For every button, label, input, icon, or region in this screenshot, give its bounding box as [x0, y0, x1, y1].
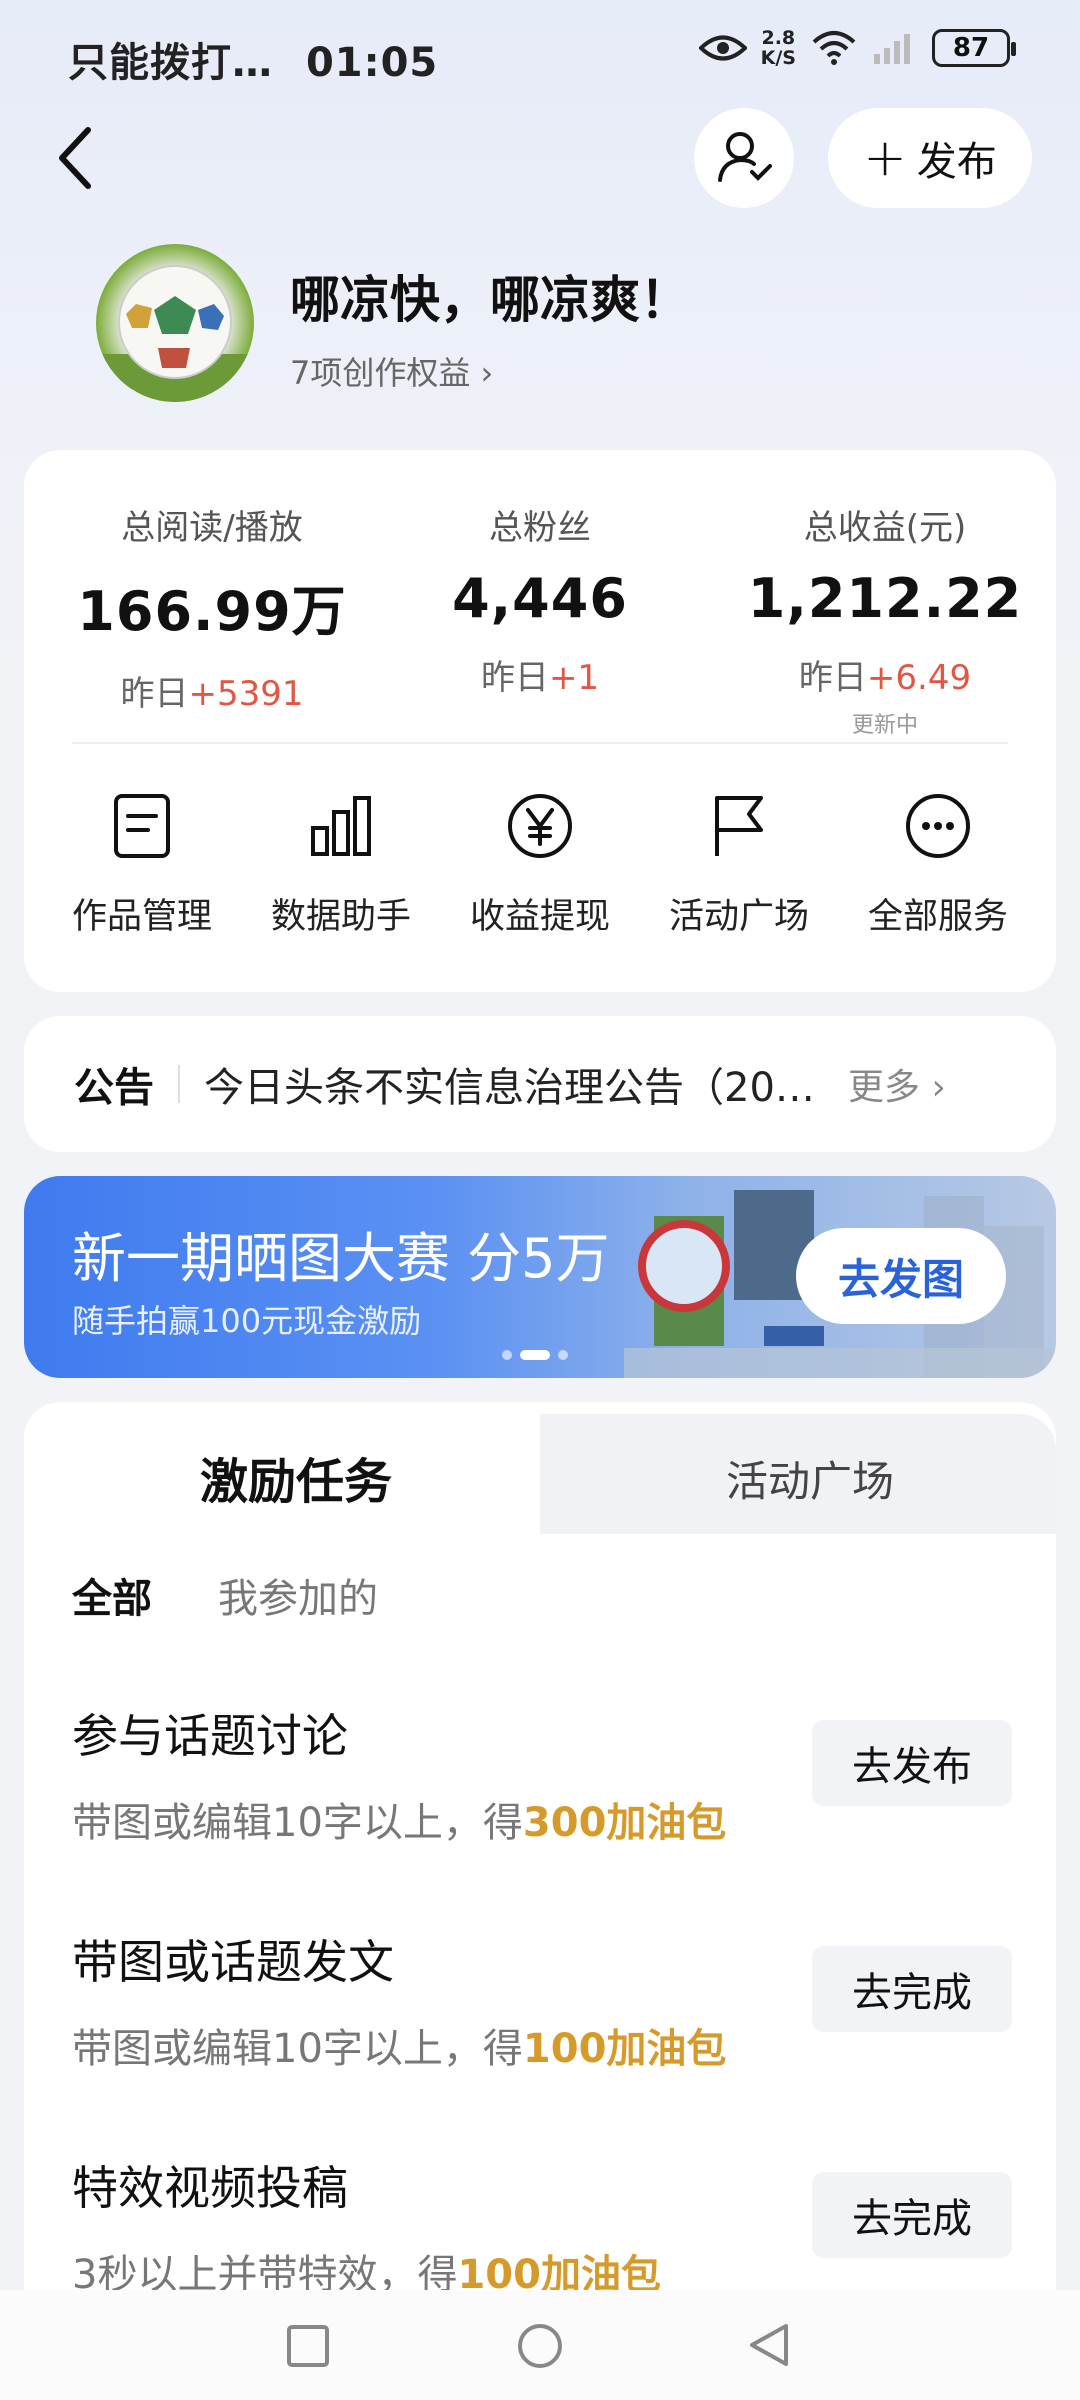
battery-indicator: 87: [932, 29, 1016, 67]
avatar[interactable]: [96, 244, 254, 402]
task-action-button[interactable]: 去完成: [812, 1946, 1012, 2032]
chevron-left-icon: [59, 127, 91, 189]
yen-icon: [508, 794, 572, 858]
banner-subtitle: 随手拍赢100元现金激励: [72, 1302, 422, 1340]
task-action-button[interactable]: 去完成: [812, 2172, 1012, 2258]
status-bar-right: 2.8 K/S 87: [698, 27, 1016, 69]
service-activity-plaza[interactable]: 活动广场: [639, 790, 839, 939]
carousel-indicator: [502, 1350, 568, 1360]
plus-icon: +: [863, 128, 907, 188]
promo-banner[interactable]: 新一期晒图大赛 分5万 随手拍赢100元现金激励 去发图: [24, 1176, 1056, 1378]
bar-chart-icon: [311, 796, 371, 856]
system-nav-bar: [0, 2290, 1080, 2400]
username: 哪凉快，哪凉爽！: [290, 271, 690, 329]
banner-title: 新一期晒图大赛 分5万: [72, 1227, 610, 1290]
stat-value: 4,446: [452, 567, 628, 630]
user-check-icon: [718, 132, 772, 182]
filter-joined[interactable]: 我参加的: [218, 1566, 378, 1624]
carousel-dot: [502, 1350, 512, 1360]
flag-icon: [715, 796, 763, 856]
stat-value: 1,212.22: [747, 567, 1023, 630]
task-action-button[interactable]: 去发布: [812, 1720, 1012, 1806]
service-data-assistant[interactable]: 数据助手: [241, 790, 441, 939]
stat-total-reads[interactable]: 总阅读/播放 166.99万 昨日+5391: [62, 500, 362, 715]
stat-change: 昨日+1: [480, 658, 600, 698]
publish-button[interactable]: + 发布: [828, 108, 1032, 208]
stat-value: 166.99万: [77, 580, 347, 643]
task-item: 带图或话题发文 带图或编辑10字以上，得100加油包 去完成: [72, 1926, 1012, 2074]
signal-icon: [874, 34, 910, 64]
updating-note: 更新中: [851, 713, 918, 738]
stat-change: 昨日+6.49: [798, 658, 972, 698]
service-withdraw-earnings[interactable]: 收益提现: [440, 790, 640, 939]
tab-incentive-tasks[interactable]: 激励任务: [200, 1442, 392, 1512]
divider: [72, 742, 1008, 744]
status-bar-left: 只能拨打… 01:05: [68, 30, 438, 88]
clock: 01:05: [305, 40, 439, 86]
service-works-management[interactable]: 作品管理: [42, 790, 242, 939]
user-switch-button[interactable]: [694, 108, 794, 208]
network-speed: 2.8 K/S: [760, 27, 796, 69]
eye-icon: [698, 35, 747, 61]
announcement-text[interactable]: 今日头条不实信息治理公告（20…: [204, 1055, 824, 1113]
announcement-bar[interactable]: 公告 今日头条不实信息治理公告（20… 更多 ›: [24, 1016, 1056, 1152]
stat-total-earnings[interactable]: 总收益(元) 1,212.22 昨日+6.49 更新中: [735, 500, 1035, 739]
tab-activity-plaza-label[interactable]: 活动广场: [726, 1448, 894, 1509]
carousel-dot: [558, 1350, 568, 1360]
more-icon: [906, 794, 970, 858]
banner-post-button[interactable]: 去发图: [796, 1228, 1006, 1324]
creator-benefits-link[interactable]: 7项创作权益 ›: [290, 348, 493, 394]
stat-total-fans[interactable]: 总粉丝 4,446 昨日+1: [390, 500, 690, 699]
task-item: 参与话题讨论 带图或编辑10字以上，得300加油包 去发布: [72, 1700, 1012, 1848]
wifi-icon: [812, 31, 856, 65]
carousel-dot-active: [520, 1350, 550, 1360]
back-button[interactable]: [44, 118, 114, 198]
carrier-text: 只能拨打…: [68, 40, 273, 86]
announcement-more-link[interactable]: 更多 ›: [848, 1058, 946, 1110]
filter-all[interactable]: 全部: [72, 1566, 152, 1624]
divider: [178, 1065, 180, 1103]
home-icon[interactable]: [516, 2322, 564, 2370]
publish-label: 发布: [916, 139, 997, 185]
announcement-title: 公告: [74, 1065, 154, 1111]
chevron-right-icon: ›: [480, 354, 494, 392]
stat-change: 昨日+5391: [120, 674, 304, 714]
service-all-services[interactable]: 全部服务: [838, 790, 1038, 939]
back-triangle-icon[interactable]: [744, 2320, 794, 2370]
recent-apps-icon[interactable]: [286, 2324, 330, 2368]
task-item: 特效视频投稿 3秒以上并带特效，得100加油包 去完成: [72, 2152, 1012, 2300]
soccer-ball-icon: [96, 265, 254, 402]
document-icon: [114, 794, 170, 858]
